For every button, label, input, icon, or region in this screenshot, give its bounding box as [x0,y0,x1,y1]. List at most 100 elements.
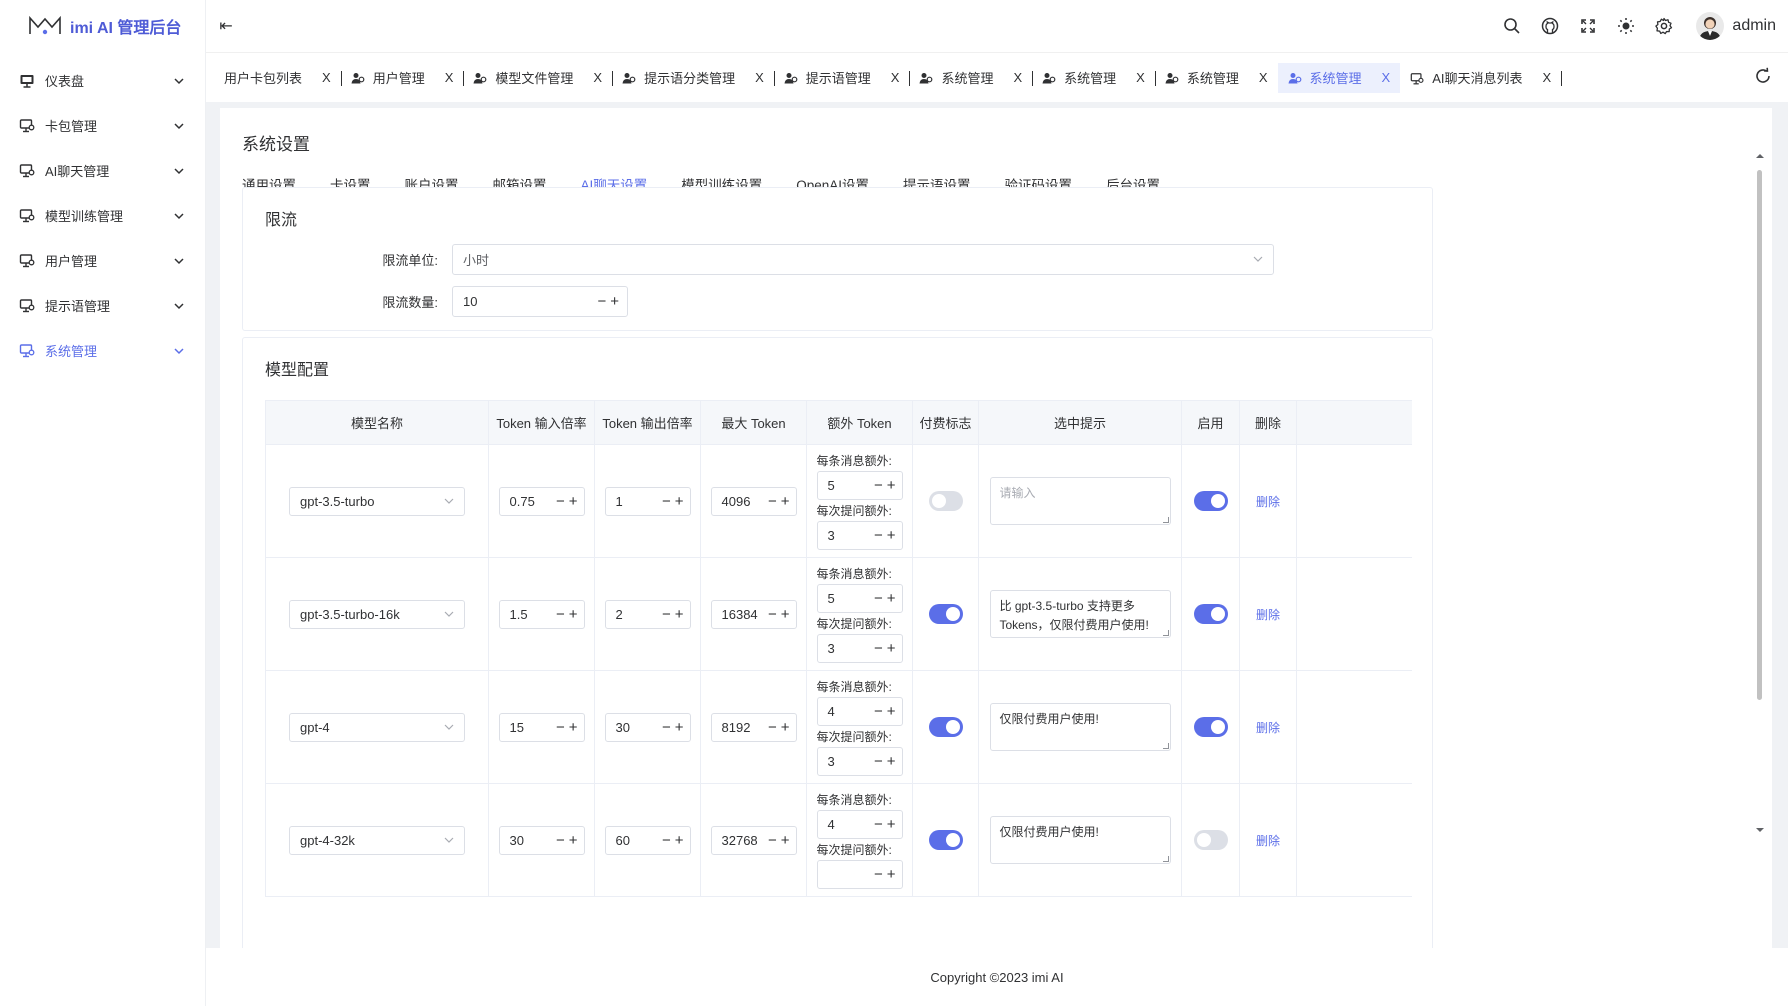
chevron-down-icon[interactable] [173,255,185,267]
minus-icon[interactable]: − [597,293,606,310]
extra-per-message[interactable]: 4 − + [816,697,903,726]
minus-icon[interactable]: − [662,832,671,849]
plus-icon[interactable]: + [675,606,684,623]
refresh-icon[interactable] [1754,67,1774,87]
plus-icon[interactable]: + [569,832,578,849]
minus-icon[interactable]: − [768,493,777,510]
search-icon[interactable] [1502,16,1522,36]
delete-button[interactable]: 删除 [1256,832,1280,849]
tab-2[interactable]: 模型文件管理 X [463,63,614,93]
close-tab-icon[interactable]: X [1382,70,1391,85]
plus-icon[interactable]: + [887,590,896,607]
tab-4[interactable]: 提示语管理 X [774,63,911,93]
resize-handle-icon[interactable] [1162,517,1169,523]
tab-3[interactable]: 提示语分类管理 X [612,63,775,93]
plus-icon[interactable]: + [781,493,790,510]
close-tab-icon[interactable]: X [1136,70,1145,85]
paid-toggle[interactable] [928,830,963,850]
max-token[interactable]: 4096 − + [710,486,797,516]
plus-icon[interactable]: + [675,719,684,736]
max-token[interactable]: 32768− + [710,825,797,855]
plus-icon[interactable]: + [781,719,790,736]
extra-per-message[interactable]: 4 − + [816,810,903,839]
model-name-select[interactable]: gpt-3.5-turbo-16k [289,599,465,629]
sidebar-item-2[interactable]: AI聊天管理 [0,148,205,193]
minus-icon[interactable]: − [662,606,671,623]
plus-icon[interactable]: + [887,477,896,494]
plus-icon[interactable]: + [675,493,684,510]
github-icon[interactable] [1540,16,1560,36]
minus-icon[interactable]: − [556,493,565,510]
plus-icon[interactable]: + [887,753,896,770]
logo[interactable]: imi AI 管理后台 [0,0,205,52]
sidebar-item-4[interactable]: 用户管理 [0,238,205,283]
delete-button[interactable]: 删除 [1256,719,1280,736]
sidebar-item-5[interactable]: 提示语管理 [0,283,205,328]
model-name-select[interactable]: gpt-4-32k [289,825,465,855]
extra-per-question[interactable]: 3 − + [816,521,903,550]
rate-unit-select[interactable]: 小时 [452,244,1274,275]
close-tab-icon[interactable]: X [322,70,331,85]
scrollbar[interactable] [1754,154,1764,832]
token-input-rate[interactable]: 1.5 − + [498,599,585,629]
close-tab-icon[interactable]: X [1542,70,1551,85]
minus-icon[interactable]: − [556,832,565,849]
close-tab-icon[interactable]: X [755,70,764,85]
token-input-rate[interactable]: 15 − + [498,712,585,742]
close-tab-icon[interactable]: X [593,70,602,85]
minus-icon[interactable]: − [556,606,565,623]
model-name-select[interactable]: gpt-4 [289,712,465,742]
close-tab-icon[interactable]: X [1013,70,1022,85]
minus-icon[interactable]: − [768,606,777,623]
extra-per-message[interactable]: 5 − + [816,471,903,500]
delete-button[interactable]: 删除 [1256,493,1280,510]
token-output-rate[interactable]: 2 − + [604,599,691,629]
minus-icon[interactable]: − [556,719,565,736]
plus-icon[interactable]: + [610,293,619,310]
model-name-select[interactable]: gpt-3.5-turbo [289,486,465,516]
resize-handle-icon[interactable] [1162,743,1169,749]
selected-tip-textarea[interactable]: 仅限付费用户使用! [989,703,1171,751]
sidebar-item-6[interactable]: 系统管理 [0,328,205,373]
settings-gear-icon[interactable] [1654,16,1674,36]
minus-icon[interactable]: − [662,493,671,510]
tab-5[interactable]: 系统管理 X [909,63,1034,93]
plus-icon[interactable]: + [569,606,578,623]
plus-icon[interactable]: + [887,640,896,657]
minus-icon[interactable]: − [874,753,883,770]
token-output-rate[interactable]: 30 − + [604,712,691,742]
fullscreen-icon[interactable] [1578,16,1598,36]
paid-toggle[interactable] [928,717,963,737]
plus-icon[interactable]: + [569,493,578,510]
max-token[interactable]: 16384− + [710,599,797,629]
token-input-rate[interactable]: 0.75 − + [498,486,585,516]
tab-6[interactable]: 系统管理 X [1032,63,1156,93]
plus-icon[interactable]: + [675,832,684,849]
minus-icon[interactable]: − [874,477,883,494]
enable-toggle[interactable] [1193,604,1228,624]
tab-8[interactable]: 系统管理 X [1277,62,1401,93]
tab-0[interactable]: 用户卡包列表 X [214,63,342,93]
minus-icon[interactable]: − [768,832,777,849]
enable-toggle[interactable] [1193,830,1228,850]
plus-icon[interactable]: + [887,816,896,833]
theme-sun-icon[interactable] [1616,16,1636,36]
resize-handle-icon[interactable] [1162,630,1169,636]
extra-per-message[interactable]: 5 − + [816,584,903,613]
paid-toggle[interactable] [928,491,963,511]
enable-toggle[interactable] [1193,717,1228,737]
extra-per-question[interactable]: 3 − + [816,634,903,663]
minus-icon[interactable]: − [874,866,883,883]
token-output-rate[interactable]: 1 − + [604,486,691,516]
chevron-down-icon[interactable] [173,300,185,312]
minus-icon[interactable]: − [768,719,777,736]
rate-count-input[interactable]: 10 − + [452,286,628,317]
tab-1[interactable]: 用户管理 X [341,63,465,93]
chevron-down-icon[interactable] [173,75,185,87]
paid-toggle[interactable] [928,604,963,624]
plus-icon[interactable]: + [781,606,790,623]
tab-9[interactable]: AI聊天消息列表 X [1400,63,1563,93]
minus-icon[interactable]: − [874,527,883,544]
selected-tip-textarea[interactable]: 比 gpt-3.5-turbo 支持更多 Tokens，仅限付费用户使用! [989,590,1171,638]
plus-icon[interactable]: + [781,832,790,849]
